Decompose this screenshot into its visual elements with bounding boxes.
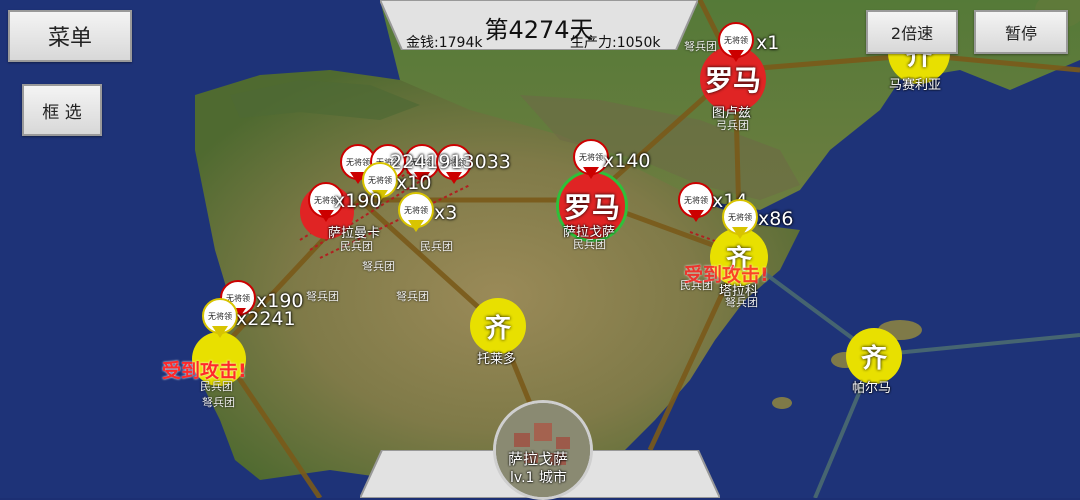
city-zaragoza-glyph: 罗马: [563, 191, 620, 224]
city-tarraco-unit2: 弩兵团: [725, 296, 758, 309]
army-pin-tarraco-yellow[interactable]: 无将领: [722, 199, 758, 241]
army-pin-tarraco-red[interactable]: 无将领: [678, 182, 714, 224]
city-mallorca-name: 帕尔马: [852, 381, 892, 396]
unit-label-mid2: 弩兵团: [306, 290, 339, 303]
army-count-toulouse: x1: [756, 32, 780, 54]
city-mallorca[interactable]: 齐: [846, 328, 902, 384]
status-text-layer: 第4274天 金钱:1794k 生产力:1050k: [380, 0, 698, 51]
city-panel-name: 萨拉戈萨: [508, 450, 569, 468]
speed-button-label: 2倍速: [890, 24, 934, 43]
unit-label-militia: 民兵团: [340, 240, 373, 253]
army-count-west-3: x2241: [236, 308, 296, 330]
army-count-west: x190: [334, 190, 382, 212]
production-counter: 生产力:1050k: [570, 35, 661, 51]
city-toledo-name: 托莱多: [477, 352, 517, 367]
army-count-center-b: x3: [434, 202, 458, 224]
city-toulouse-unit: 弓兵团: [716, 119, 749, 132]
city-toulouse-glyph: 罗马: [704, 64, 761, 97]
pause-button-label: 暂停: [1004, 24, 1037, 43]
army-count-cluster: 2241913033: [390, 151, 511, 173]
army-pin-center-b[interactable]: 无将领: [398, 192, 434, 234]
menu-button-label: 菜单: [47, 26, 92, 51]
unit-label-mid1: 民兵团: [420, 240, 453, 253]
menu-button[interactable]: 菜单: [8, 10, 132, 62]
money-counter: 金钱:1794k: [406, 35, 483, 51]
army-pin-toulouse[interactable]: 无将领: [718, 22, 754, 64]
army-count-zaragoza: x140: [603, 150, 651, 172]
unit-label-crossbow: 弩兵团: [362, 260, 395, 273]
unit-label-crossbow2: 弩兵团: [396, 290, 429, 303]
army-pin-west-2[interactable]: 无将领: [202, 298, 238, 340]
city-marseille-name: 马赛利亚: [889, 78, 942, 93]
army-count-tarraco-b: x86: [758, 208, 794, 230]
alert-attacked-west: 受到攻击!: [162, 360, 247, 382]
unit-label-west2: 弩兵团: [202, 396, 235, 409]
alert-attacked-east: 受到攻击!: [684, 264, 769, 286]
city-mallorca-glyph: 齐: [860, 343, 887, 374]
speed-button[interactable]: 2倍速: [866, 10, 958, 54]
city-toledo-glyph: 齐: [484, 313, 511, 344]
city-toledo[interactable]: 齐: [470, 298, 526, 354]
pause-button[interactable]: 暂停: [974, 10, 1068, 54]
army-count-center-a: x10: [396, 172, 432, 194]
box-select-button[interactable]: 框 选: [22, 84, 102, 136]
city-zaragoza-unit: 民兵团: [573, 238, 606, 251]
city-panel-level: lv.1 城市: [510, 470, 567, 486]
box-select-label: 框 选: [42, 102, 82, 123]
